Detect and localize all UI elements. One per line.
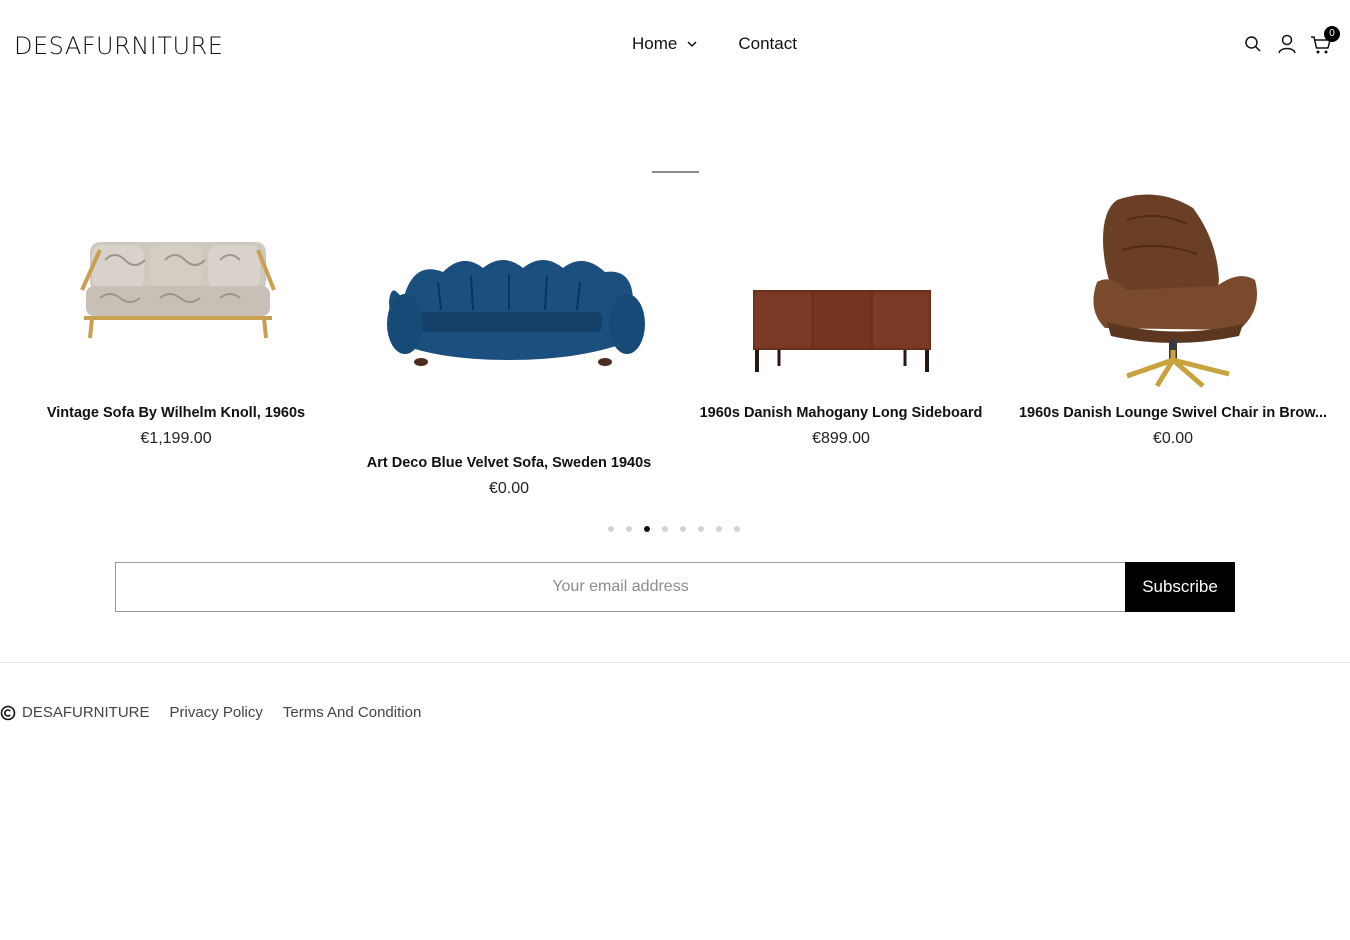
nav-contact[interactable]: Contact (738, 34, 797, 54)
account-icon[interactable] (1276, 33, 1298, 55)
nav-contact-label: Contact (738, 34, 797, 53)
product-name[interactable]: 1960s Danish Mahogany Long Sideboard (675, 405, 1007, 421)
carousel-dot[interactable] (626, 526, 632, 532)
carousel-dot[interactable] (680, 526, 686, 532)
product-image-blue-velvet-sofa[interactable] (343, 190, 675, 390)
site-header: DESAFURNITURE Home Contact 0 (0, 0, 1350, 90)
cart-count-badge: 0 (1324, 26, 1340, 42)
subscribe-button[interactable]: Subscribe (1125, 562, 1235, 612)
carousel-dot[interactable] (698, 526, 704, 532)
carousel-progress-bar (652, 171, 699, 173)
nav-home-label: Home (632, 34, 678, 53)
product-price: €899.00 (812, 430, 870, 447)
product-name[interactable]: Art Deco Blue Velvet Sofa, Sweden 1940s (343, 455, 675, 471)
site-logo[interactable]: DESAFURNITURE (14, 32, 223, 60)
product-name[interactable]: Vintage Sofa By Wilhelm Knoll, 1960s (10, 405, 342, 421)
product-card[interactable]: 1960s Danish Mahogany Long Sideboard €89… (675, 190, 1007, 448)
nav-home[interactable]: Home (632, 34, 698, 54)
product-image-mahogany-sideboard[interactable] (675, 190, 1007, 390)
site-footer: DESAFURNITURE Privacy Policy Terms And C… (0, 704, 441, 721)
copyright-icon (0, 705, 16, 720)
email-input[interactable] (115, 562, 1125, 612)
carousel-dot[interactable] (734, 526, 740, 532)
carousel-dot[interactable] (608, 526, 614, 532)
carousel-dot[interactable] (662, 526, 668, 532)
footer-brand: DESAFURNITURE (22, 704, 150, 721)
carousel-dot[interactable] (716, 526, 722, 532)
search-icon[interactable] (1242, 33, 1264, 55)
newsletter-form: Subscribe (115, 562, 1235, 612)
product-price: €0.00 (1152, 430, 1194, 447)
carousel-dot[interactable] (644, 526, 650, 532)
product-image-beige-sofa[interactable] (10, 190, 342, 390)
footer-link-privacy-policy[interactable]: Privacy Policy (170, 704, 263, 721)
footer-divider (0, 662, 1350, 663)
cart-icon[interactable]: 0 (1310, 26, 1340, 55)
product-name[interactable]: 1960s Danish Lounge Swivel Chair in Brow… (1007, 405, 1339, 421)
product-card[interactable]: Art Deco Blue Velvet Sofa, Sweden 1940s … (343, 190, 675, 498)
product-carousel: Vintage Sofa By Wilhelm Knoll, 1960s €1,… (10, 190, 1340, 510)
chevron-down-icon (687, 41, 697, 48)
main-nav: Home Contact (632, 34, 797, 54)
product-price: €0.00 (488, 480, 530, 497)
product-price: €1,199.00 (140, 430, 212, 447)
header-icons: 0 (1242, 26, 1340, 55)
product-image-brown-leather-swivel-chair[interactable] (1007, 190, 1339, 390)
carousel-pagination (608, 526, 752, 532)
product-card[interactable]: Vintage Sofa By Wilhelm Knoll, 1960s €1,… (10, 190, 342, 448)
product-card[interactable]: 1960s Danish Lounge Swivel Chair in Brow… (1007, 190, 1339, 448)
footer-link-terms-and-condition[interactable]: Terms And Condition (283, 704, 421, 721)
